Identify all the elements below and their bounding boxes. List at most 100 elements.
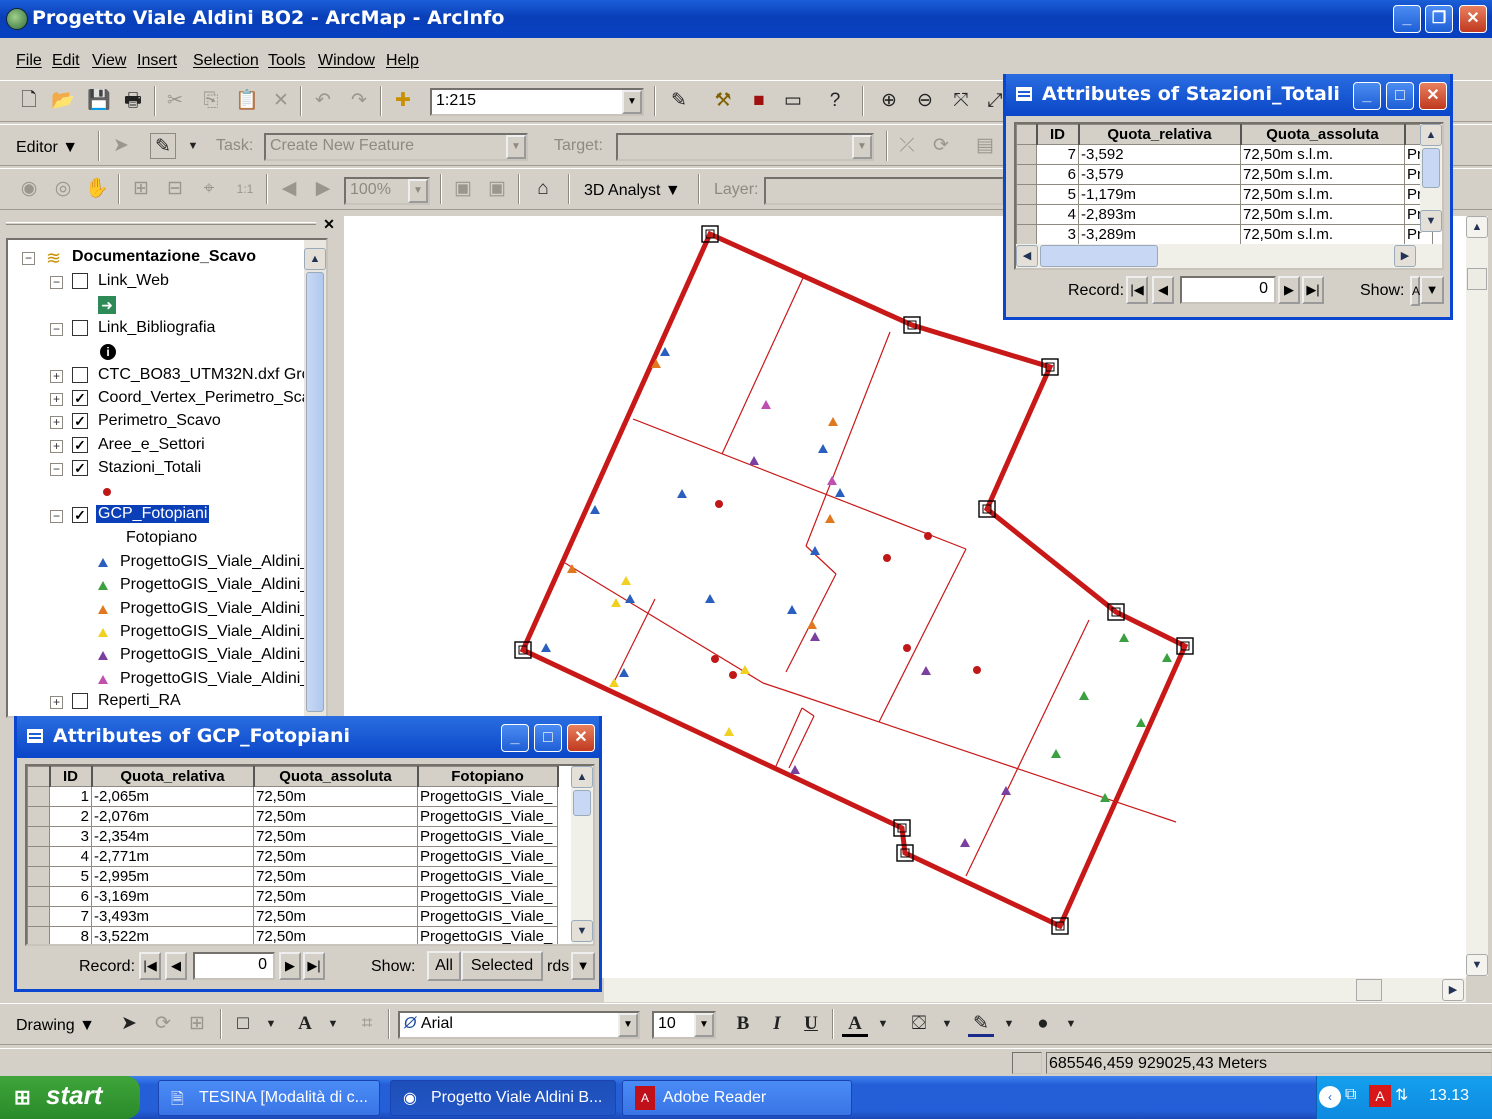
gcp-point[interactable] bbox=[541, 643, 551, 652]
gcp-point[interactable] bbox=[921, 666, 931, 675]
row-selector[interactable] bbox=[27, 866, 50, 887]
command-line-icon[interactable]: ▭ bbox=[780, 88, 806, 114]
page-pan-icon[interactable]: ⌖ bbox=[196, 176, 222, 202]
sketch-tool-icon[interactable]: ✎ bbox=[150, 133, 176, 159]
gcp-point[interactable] bbox=[609, 678, 619, 687]
layer-visibility-checkbox[interactable]: ✓ bbox=[72, 390, 88, 406]
column-header[interactable]: Quota_assoluta bbox=[253, 766, 419, 787]
table-row[interactable]: 8 -3,522m 72,50m ProgettoGIS_Viale_ bbox=[27, 926, 558, 944]
scroll-left-icon[interactable]: ◀ bbox=[1016, 245, 1038, 267]
gcp-point[interactable] bbox=[790, 765, 800, 774]
gcp-point[interactable] bbox=[807, 620, 817, 629]
options-chevron-icon[interactable]: ▼ bbox=[571, 952, 595, 980]
print-icon[interactable]: 🖶 bbox=[120, 88, 146, 114]
show-all-button[interactable]: A bbox=[1410, 276, 1420, 306]
scroll-thumb[interactable] bbox=[573, 790, 591, 816]
scroll-thumb[interactable] bbox=[1422, 148, 1440, 188]
fixed-zoom-in-icon[interactable]: ⤧ bbox=[948, 88, 974, 114]
add-data-icon[interactable]: ✚ bbox=[390, 88, 416, 114]
stazioni-attributes-titlebar[interactable]: Attributes of Stazioni_Totali _ □ ✕ bbox=[1006, 74, 1450, 116]
layer-visibility-checkbox[interactable]: ✓ bbox=[72, 413, 88, 429]
chevron-down-icon[interactable]: ▼ bbox=[1058, 1011, 1084, 1037]
column-header[interactable]: ID bbox=[1036, 124, 1080, 145]
line-color-icon[interactable]: ✎ bbox=[968, 1011, 994, 1037]
taskbar-item-adobe-reader[interactable]: A Adobe Reader bbox=[622, 1080, 852, 1116]
antivirus-icon[interactable]: A bbox=[1369, 1085, 1391, 1107]
font-color-icon[interactable]: A bbox=[842, 1011, 868, 1037]
menu-edit[interactable]: Edit bbox=[52, 52, 80, 70]
gcp-point[interactable] bbox=[724, 727, 734, 736]
row-selector[interactable] bbox=[27, 786, 50, 807]
scroll-down-icon[interactable]: ▼ bbox=[571, 920, 593, 942]
table-row[interactable]: 6 -3,169m 72,50m ProgettoGIS_Viale_ bbox=[27, 886, 558, 907]
gcp-point[interactable] bbox=[625, 594, 635, 603]
zoom-in-icon[interactable]: ⊕ bbox=[876, 88, 902, 114]
scroll-up-icon[interactable]: ▲ bbox=[1466, 216, 1488, 238]
row-selector[interactable] bbox=[1016, 204, 1037, 225]
forward-extent-icon[interactable]: ▶ bbox=[310, 176, 336, 202]
maximize-button[interactable]: ❐ bbox=[1425, 5, 1453, 33]
expand-icon[interactable]: + bbox=[50, 416, 63, 429]
collapse-icon[interactable]: − bbox=[22, 252, 35, 265]
column-header[interactable]: Quota_assoluta bbox=[1240, 124, 1406, 145]
menu-tools[interactable]: Tools bbox=[268, 52, 305, 70]
maximize-button[interactable]: □ bbox=[534, 724, 562, 752]
undo-icon[interactable]: ↶ bbox=[310, 88, 336, 114]
bold-button[interactable]: B bbox=[730, 1011, 756, 1037]
rotate-icon[interactable]: ⟳ bbox=[150, 1011, 176, 1037]
attributes-icon[interactable]: ▤ bbox=[972, 133, 998, 159]
table-row[interactable]: 3 -2,354m 72,50m ProgettoGIS_Viale_ bbox=[27, 826, 558, 847]
last-record-button[interactable]: ▶| bbox=[1302, 276, 1324, 304]
next-record-button[interactable]: ▶ bbox=[1278, 276, 1300, 304]
column-header[interactable]: ID bbox=[49, 766, 93, 787]
row-selector[interactable] bbox=[1016, 184, 1037, 205]
editor-toolbar-icon[interactable]: ✎ bbox=[666, 88, 692, 114]
scroll-thumb[interactable] bbox=[1040, 245, 1158, 267]
toggle-draft-icon[interactable]: ▣ bbox=[450, 176, 476, 202]
menu-view[interactable]: View bbox=[92, 52, 126, 70]
row-selector[interactable] bbox=[1016, 144, 1037, 165]
gcp-point[interactable] bbox=[810, 632, 820, 641]
collapse-icon[interactable]: − bbox=[50, 510, 63, 523]
gcp-point[interactable] bbox=[1001, 786, 1011, 795]
gcp-point[interactable] bbox=[818, 444, 828, 453]
table-horizontal-scrollbar[interactable]: ◀ ▶ bbox=[1016, 244, 1442, 268]
edit-tool-icon[interactable]: ➤ bbox=[108, 133, 134, 159]
row-selector[interactable] bbox=[27, 926, 50, 944]
station-point[interactable] bbox=[715, 500, 723, 508]
column-header[interactable]: Quota_relativa bbox=[1078, 124, 1242, 145]
gcp-point[interactable] bbox=[621, 576, 631, 585]
gcp-point[interactable] bbox=[761, 400, 771, 409]
table-row[interactable]: 2 -2,076m 72,50m ProgettoGIS_Viale_ bbox=[27, 806, 558, 827]
gcp-point[interactable] bbox=[1079, 691, 1089, 700]
focus-frame-icon[interactable]: ▣ bbox=[484, 176, 510, 202]
toc-close-icon[interactable]: ✕ bbox=[320, 216, 338, 234]
collapse-icon[interactable]: − bbox=[50, 323, 63, 336]
scroll-down-icon[interactable]: ▼ bbox=[1466, 954, 1488, 976]
zoom-3d-icon[interactable]: ◎ bbox=[50, 176, 76, 202]
chevron-down-icon[interactable]: ▼ bbox=[694, 1013, 714, 1037]
previous-record-button[interactable]: ◀ bbox=[165, 952, 187, 980]
station-point[interactable] bbox=[711, 655, 719, 663]
row-selector[interactable] bbox=[27, 906, 50, 927]
layer-visibility-checkbox[interactable] bbox=[72, 693, 88, 709]
whats-this-help-icon[interactable]: ? bbox=[822, 88, 848, 114]
scroll-up-icon[interactable]: ▲ bbox=[1420, 124, 1442, 146]
taskbar-item-tesina[interactable]: 🗎 TESINA [Modalità di c... bbox=[158, 1080, 380, 1116]
first-record-button[interactable]: |◀ bbox=[139, 952, 161, 980]
font-name-combo[interactable]: Ø Arial ▼ bbox=[398, 1011, 640, 1039]
gcp-attributes-titlebar[interactable]: Attributes of GCP_Fotopiani _ □ ✕ bbox=[17, 716, 599, 758]
rectangle-tool-icon[interactable]: □ bbox=[230, 1011, 256, 1037]
menu-help[interactable]: Help bbox=[386, 52, 419, 70]
network-icon[interactable]: ⧉ bbox=[1345, 1086, 1356, 1104]
layer-visibility-checkbox[interactable]: ✓ bbox=[72, 437, 88, 453]
chevron-down-icon[interactable]: ▼ bbox=[506, 135, 526, 159]
zoom-out-icon[interactable]: ⊖ bbox=[912, 88, 938, 114]
gcp-point[interactable] bbox=[825, 514, 835, 523]
row-selector[interactable] bbox=[1016, 164, 1037, 185]
gcp-point[interactable] bbox=[827, 476, 837, 485]
collapse-icon[interactable]: − bbox=[50, 463, 63, 476]
gcp-point[interactable] bbox=[835, 488, 845, 497]
layout-zoom-combo[interactable]: 100% ▼ bbox=[344, 177, 430, 205]
open-folder-icon[interactable]: 📂 bbox=[50, 88, 76, 114]
